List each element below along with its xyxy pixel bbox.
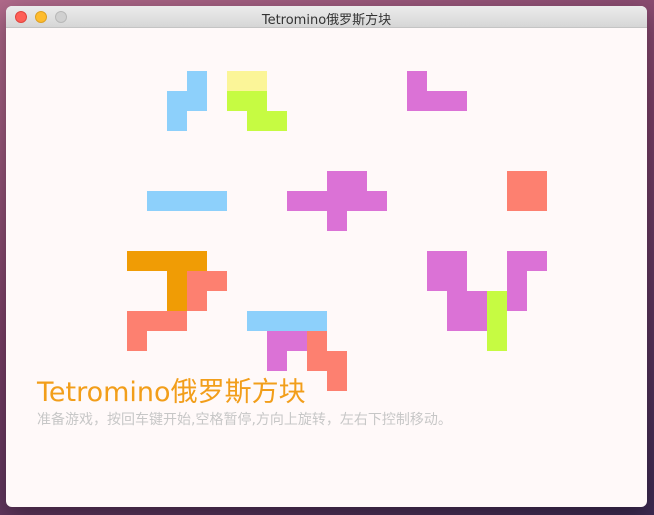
title-bar[interactable]: Tetromino俄罗斯方块: [6, 6, 647, 28]
tetromino-block: [167, 311, 187, 331]
tetromino-block: [207, 191, 227, 211]
tetromino-block: [247, 111, 267, 131]
tetromino-block: [347, 191, 367, 211]
tetromino-block: [427, 91, 447, 111]
tetromino-block: [187, 191, 207, 211]
tetromino-block: [527, 251, 547, 271]
app-window: Tetromino俄罗斯方块 Tetromino俄罗斯方块 准备游戏，按回车键开…: [6, 6, 647, 507]
tetromino-block: [187, 271, 207, 291]
tetromino-block: [127, 311, 147, 331]
tetromino-block: [487, 291, 507, 311]
tetromino-block: [467, 291, 487, 311]
game-area: Tetromino俄罗斯方块 准备游戏，按回车键开始,空格暂停,方向上旋转，左右…: [6, 28, 647, 507]
tetromino-block: [307, 191, 327, 211]
tetromino-block: [267, 351, 287, 371]
tetromino-block: [507, 271, 527, 291]
tetromino-block: [247, 311, 267, 331]
tetromino-block: [467, 311, 487, 331]
tetromino-block: [247, 91, 267, 111]
tetromino-block: [447, 251, 467, 271]
tetromino-block: [507, 171, 527, 191]
tetromino-block: [187, 291, 207, 311]
tetromino-block: [447, 271, 467, 291]
tetromino-block: [127, 331, 147, 351]
tetromino-block: [187, 251, 207, 271]
tetromino-block: [427, 271, 447, 291]
game-heading: Tetromino俄罗斯方块: [37, 377, 306, 408]
tetromino-block: [227, 91, 247, 111]
tetromino-block: [147, 191, 167, 211]
tetromino-block: [127, 251, 147, 271]
tetromino-block: [327, 171, 347, 191]
tetromino-block: [147, 311, 167, 331]
tetromino-block: [327, 351, 347, 371]
tetromino-block: [307, 311, 327, 331]
tetromino-block: [287, 331, 307, 351]
tetromino-block: [407, 71, 427, 91]
tetromino-block: [327, 191, 347, 211]
tetromino-block: [187, 71, 207, 91]
tetromino-block: [147, 251, 167, 271]
tetromino-block: [407, 91, 427, 111]
tetromino-block: [327, 371, 347, 391]
tetromino-block: [227, 71, 247, 91]
tetromino-block: [527, 191, 547, 211]
tetromino-block: [267, 311, 287, 331]
tetromino-block: [267, 111, 287, 131]
tetromino-block: [247, 71, 267, 91]
tetromino-block: [527, 171, 547, 191]
tetromino-block: [167, 91, 187, 111]
tetromino-block: [447, 291, 467, 311]
tetromino-block: [287, 191, 307, 211]
tetromino-block: [307, 351, 327, 371]
tetromino-block: [167, 191, 187, 211]
tetromino-block: [167, 111, 187, 131]
tetromino-block: [507, 251, 527, 271]
tetromino-block: [507, 191, 527, 211]
tetromino-block: [167, 251, 187, 271]
tetromino-block: [507, 291, 527, 311]
tetromino-block: [287, 311, 307, 331]
tetromino-board: [6, 28, 647, 507]
tetromino-block: [167, 271, 187, 291]
tetromino-block: [187, 91, 207, 111]
tetromino-block: [267, 331, 287, 351]
tetromino-block: [327, 211, 347, 231]
tetromino-block: [427, 251, 447, 271]
tetromino-block: [367, 191, 387, 211]
game-instructions: 准备游戏，按回车键开始,空格暂停,方向上旋转，左右下控制移动。: [37, 412, 452, 428]
tetromino-block: [487, 331, 507, 351]
tetromino-block: [447, 91, 467, 111]
tetromino-block: [167, 291, 187, 311]
tetromino-block: [207, 271, 227, 291]
tetromino-block: [347, 171, 367, 191]
tetromino-block: [447, 311, 467, 331]
tetromino-block: [307, 331, 327, 351]
window-title: Tetromino俄罗斯方块: [261, 13, 392, 28]
tetromino-block: [487, 311, 507, 331]
